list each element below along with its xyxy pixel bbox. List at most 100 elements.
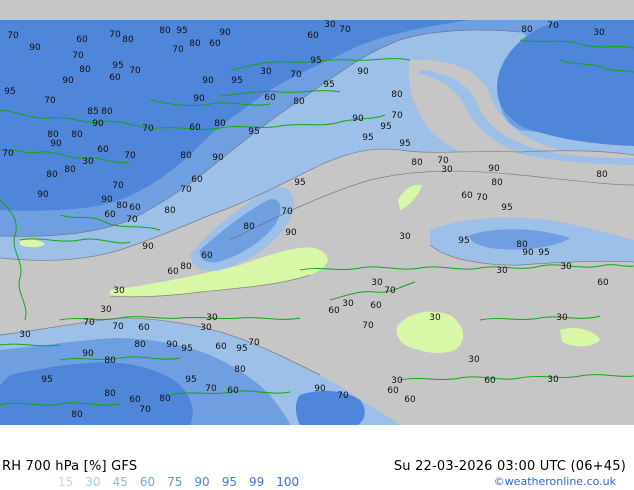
legend-value: 60 bbox=[139, 475, 156, 489]
contour-label: 30 bbox=[206, 313, 218, 323]
legend-value: 30 bbox=[85, 475, 101, 489]
contour-label: 70 bbox=[109, 30, 121, 40]
contour-label: 30 bbox=[342, 299, 354, 309]
contour-label: 80 bbox=[180, 262, 192, 272]
contour-label: 30 bbox=[399, 232, 411, 242]
contour-label: 60 bbox=[387, 386, 399, 396]
contour-label: 60 bbox=[129, 395, 141, 405]
contour-label: 90 bbox=[166, 340, 178, 350]
contour-label: 90 bbox=[352, 114, 364, 124]
legend-value: 15 bbox=[58, 475, 74, 489]
contour-label: 80 bbox=[180, 151, 192, 161]
contour-label: 95 bbox=[4, 87, 15, 97]
contour-label: 70 bbox=[476, 193, 488, 203]
contour-label: 80 bbox=[122, 35, 134, 45]
contour-label: 70 bbox=[337, 391, 349, 401]
contour-label: 70 bbox=[281, 207, 293, 217]
contour-label: 80 bbox=[104, 389, 116, 399]
contour-label: 70 bbox=[112, 322, 124, 332]
contour-label: 30 bbox=[371, 278, 383, 288]
contour-label: 70 bbox=[83, 318, 95, 328]
contour-label: 30 bbox=[200, 323, 212, 333]
contour-label: 60 bbox=[191, 175, 203, 185]
valid-time: Su 22-03-2026 03:00 UTC (06+45) bbox=[393, 459, 626, 474]
contour-label: 95 bbox=[310, 56, 321, 66]
contour-label: 70 bbox=[547, 21, 559, 31]
contour-label: 90 bbox=[522, 248, 534, 258]
contour-label: 60 bbox=[201, 251, 213, 261]
legend-value: 90 bbox=[194, 475, 210, 489]
contour-label: 60 bbox=[370, 301, 382, 311]
credit-link[interactable]: ©weatheronline.co.uk bbox=[494, 475, 616, 488]
contour-label: 60 bbox=[109, 73, 121, 83]
contour-label: 30 bbox=[113, 286, 125, 296]
contour-label: 30 bbox=[429, 313, 441, 323]
contour-label: 70 bbox=[391, 111, 403, 121]
contour-label: 60 bbox=[209, 39, 221, 49]
legend-value: 45 bbox=[112, 475, 128, 489]
contour-label: 95 bbox=[176, 26, 187, 36]
contour-label: 90 bbox=[193, 94, 205, 104]
contour-label: 60 bbox=[167, 267, 179, 277]
contour-label: 90 bbox=[357, 67, 369, 77]
contour-label: 95 bbox=[41, 375, 52, 385]
contour-label: 60 bbox=[104, 210, 116, 220]
contour-label: 60 bbox=[97, 145, 109, 155]
contour-label: 80 bbox=[293, 97, 305, 107]
contour-label: 30 bbox=[82, 157, 94, 167]
contour-label: 70 bbox=[44, 96, 56, 106]
contour-label: 70 bbox=[362, 321, 374, 331]
contour-label: 30 bbox=[593, 28, 605, 38]
contour-label: 60 bbox=[404, 395, 416, 405]
contour-label: 30 bbox=[19, 330, 31, 340]
contour-label: 80 bbox=[159, 26, 171, 36]
contour-label: 95 bbox=[248, 127, 259, 137]
color-legend: 15 30 45 60 75 90 95 99 100 bbox=[58, 475, 311, 489]
contour-label: 30 bbox=[560, 262, 572, 272]
map-footer: RH 700 hPa [%] GFS Su 22-03-2026 03:00 U… bbox=[0, 425, 634, 490]
contour-label: 70 bbox=[139, 405, 151, 415]
contour-label: 95 bbox=[323, 80, 334, 90]
contour-label: 80 bbox=[411, 158, 423, 168]
field-label: RH 700 hPa [%] GFS bbox=[2, 459, 138, 474]
contour-label: 70 bbox=[112, 181, 124, 191]
contour-label: 70 bbox=[126, 215, 138, 225]
contour-label: 80 bbox=[134, 340, 146, 350]
contour-label: 70 bbox=[2, 149, 14, 159]
contour-label: 80 bbox=[521, 25, 533, 35]
contour-label: 90 bbox=[62, 76, 74, 86]
contour-label: 95 bbox=[294, 178, 305, 188]
contour-label: 80 bbox=[391, 90, 403, 100]
contour-label: 80 bbox=[46, 170, 58, 180]
contour-label: 90 bbox=[212, 153, 224, 163]
contour-label: 30 bbox=[100, 305, 112, 315]
contour-label: 90 bbox=[314, 384, 326, 394]
contour-label: 30 bbox=[547, 375, 559, 385]
contour-label: 60 bbox=[189, 123, 201, 133]
contour-label: 30 bbox=[441, 165, 453, 175]
contour-label: 60 bbox=[461, 191, 473, 201]
contour-label: 85 bbox=[87, 107, 98, 117]
contour-label: 80 bbox=[189, 39, 201, 49]
contour-label: 80 bbox=[596, 170, 608, 180]
legend-value: 100 bbox=[276, 475, 300, 489]
contour-label: 80 bbox=[104, 356, 116, 366]
contour-label: 80 bbox=[243, 222, 255, 232]
contour-label: 95 bbox=[236, 344, 247, 354]
contour-label: 95 bbox=[231, 76, 242, 86]
contour-label: 90 bbox=[82, 349, 94, 359]
contour-label: 90 bbox=[92, 119, 104, 129]
contour-label: 70 bbox=[339, 25, 351, 35]
contour-label: 90 bbox=[285, 228, 297, 238]
contour-label: 60 bbox=[129, 203, 141, 213]
contour-label: 95 bbox=[112, 61, 123, 71]
contour-label: 30 bbox=[391, 376, 403, 386]
contour-label: 90 bbox=[101, 195, 113, 205]
legend-value: 99 bbox=[248, 475, 265, 489]
contour-label: 70 bbox=[180, 185, 192, 195]
contour-label: 80 bbox=[71, 130, 83, 140]
contour-label: 90 bbox=[488, 164, 500, 174]
contour-label: 30 bbox=[468, 355, 480, 365]
legend-value: 95 bbox=[221, 475, 237, 489]
contour-label: 30 bbox=[496, 266, 508, 276]
